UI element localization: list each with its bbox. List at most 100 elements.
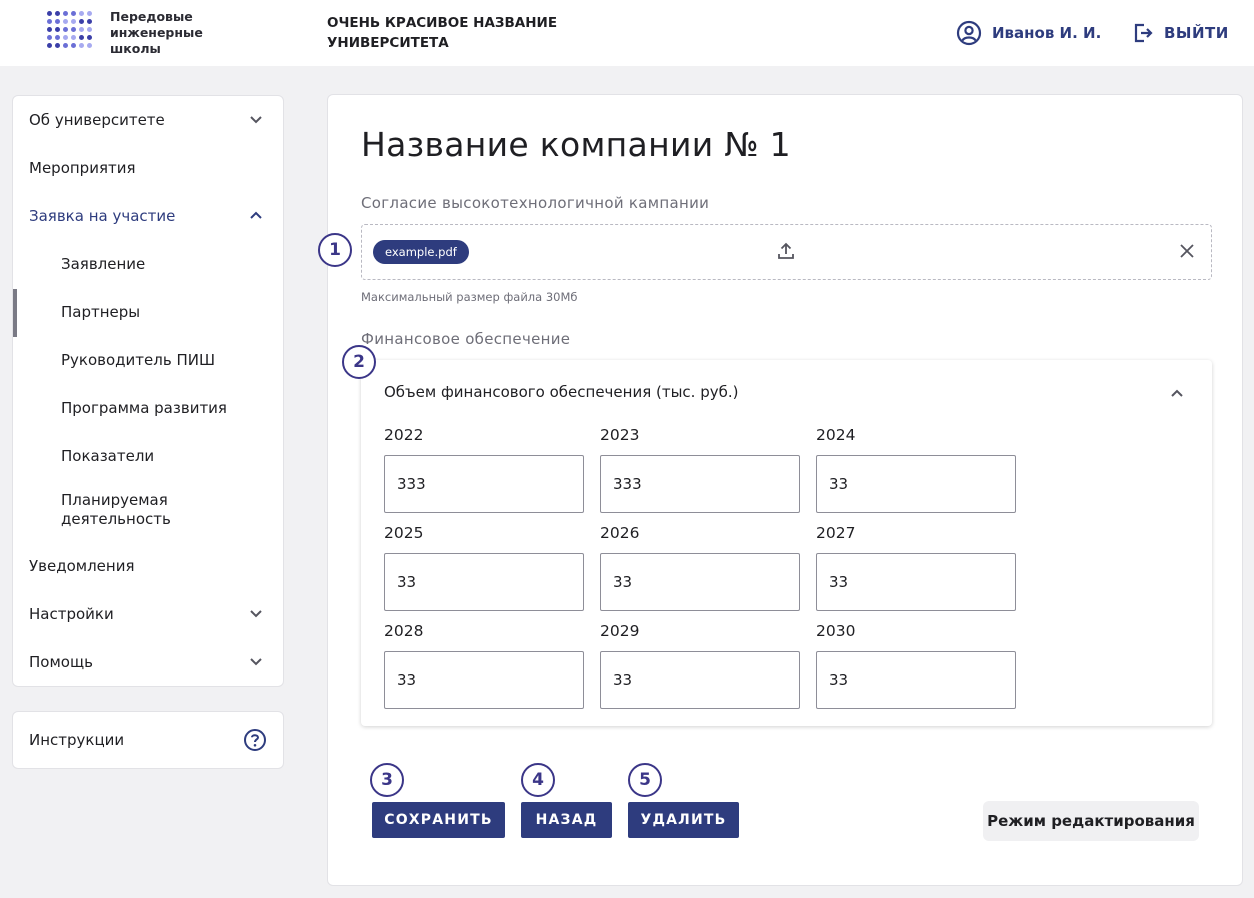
logo-dot <box>47 27 52 32</box>
year-2029-input[interactable] <box>600 651 800 709</box>
logout-label: ВЫЙТИ <box>1164 24 1229 42</box>
logo-dot <box>79 35 84 40</box>
sidebar: Об университете Мероприятия Заявка на уч… <box>12 95 284 687</box>
consent-label: Согласие высокотехнологичной кампании <box>361 194 710 212</box>
year-2027-input[interactable] <box>816 553 1016 611</box>
page-title: Название компании № 1 <box>361 125 791 164</box>
logo-dot <box>71 43 76 48</box>
logo-dot <box>63 35 68 40</box>
chevron-up-icon[interactable] <box>1170 386 1184 400</box>
year-label: 2025 <box>384 524 424 542</box>
sidebar-item-notifications[interactable]: Уведомления <box>13 542 283 590</box>
year-2030-input[interactable] <box>816 651 1016 709</box>
sidebar-item-application[interactable]: Заявка на участие <box>13 192 283 240</box>
year-2025-input[interactable] <box>384 553 584 611</box>
logo-dot <box>71 19 76 24</box>
sidebar-item-settings[interactable]: Настройки <box>13 590 283 638</box>
university-name: ОЧЕНЬ КРАСИВОЕ НАЗВАНИЕ УНИВЕРСИТЕТА <box>327 15 558 51</box>
year-label: 2029 <box>600 622 640 640</box>
annotation-badge-4: 4 <box>521 763 555 797</box>
main-panel: Название компании № 1 Согласие высокотех… <box>327 94 1243 886</box>
logo-dot <box>87 19 92 24</box>
logo-dot <box>55 43 60 48</box>
logo-icon[interactable] <box>47 11 92 55</box>
year-label: 2026 <box>600 524 640 542</box>
sidebar-item-label: Уведомления <box>29 557 135 575</box>
logo-dot <box>47 19 52 24</box>
back-button[interactable]: НАЗАД <box>521 802 612 838</box>
logo-dot <box>55 35 60 40</box>
logo-dot <box>47 11 52 16</box>
logout-button[interactable]: ВЫЙТИ <box>1132 20 1229 46</box>
sidebar-item-partners[interactable]: Партнеры <box>13 288 283 336</box>
logo-dot <box>71 11 76 16</box>
logo-dot <box>47 43 52 48</box>
file-chip[interactable]: example.pdf <box>373 240 469 264</box>
sidebar-item-planned[interactable]: Планируемая деятельность <box>13 486 233 534</box>
year-2023-input[interactable] <box>600 455 800 513</box>
logo-dot <box>87 11 92 16</box>
logo-dot <box>79 43 84 48</box>
help-icon[interactable] <box>243 728 267 752</box>
chevron-down-icon <box>250 658 262 666</box>
logo-text[interactable]: Передовые инженерные школы <box>110 9 230 57</box>
financial-card: Объем финансового обеспечения (тыс. руб.… <box>361 360 1212 726</box>
year-label: 2023 <box>600 426 640 444</box>
logo-dot <box>55 19 60 24</box>
logo-dot <box>79 11 84 16</box>
logo-dot <box>87 27 92 32</box>
file-upload-zone[interactable]: example.pdf <box>361 224 1212 280</box>
logo-dot <box>63 11 68 16</box>
logo-dot <box>55 27 60 32</box>
logout-icon <box>1134 23 1153 43</box>
instructions-label: Инструкции <box>29 731 125 749</box>
year-2022-input[interactable] <box>384 455 584 513</box>
sidebar-item-label: Заявка на участие <box>29 207 176 225</box>
year-label: 2022 <box>384 426 424 444</box>
instructions-link[interactable]: Инструкции <box>12 711 284 769</box>
sidebar-item-about[interactable]: Об университете <box>13 96 283 144</box>
chevron-down-icon <box>250 116 262 124</box>
delete-button[interactable]: УДАЛИТЬ <box>628 802 739 838</box>
save-button[interactable]: СОХРАНИТЬ <box>372 802 505 838</box>
sidebar-item-indicators[interactable]: Показатели <box>13 432 283 480</box>
logo-dot <box>55 11 60 16</box>
chevron-down-icon <box>250 610 262 618</box>
sidebar-item-events[interactable]: Мероприятия <box>13 144 283 192</box>
year-2028-input[interactable] <box>384 651 584 709</box>
sidebar-item-label: Об университете <box>29 111 165 129</box>
sidebar-item-head[interactable]: Руководитель ПИШ <box>13 336 283 384</box>
annotation-badge-3: 3 <box>370 763 404 797</box>
sidebar-item-label: Помощь <box>29 653 93 671</box>
logo-dot <box>47 35 52 40</box>
logo-dot <box>71 35 76 40</box>
annotation-badge-5: 5 <box>628 763 662 797</box>
sidebar-item-label: Заявление <box>61 255 146 273</box>
user-profile[interactable]: Иванов И. И. <box>956 20 1101 46</box>
upload-icon[interactable] <box>777 242 795 260</box>
year-label: 2030 <box>816 622 856 640</box>
year-label: 2024 <box>816 426 856 444</box>
chevron-up-icon <box>250 211 262 219</box>
financial-label: Финансовое обеспечение <box>361 330 571 348</box>
sidebar-item-help[interactable]: Помощь <box>13 638 283 686</box>
logo-dot <box>79 19 84 24</box>
year-2024-input[interactable] <box>816 455 1016 513</box>
logo-dot <box>63 43 68 48</box>
financial-card-title: Объем финансового обеспечения (тыс. руб.… <box>384 383 739 401</box>
user-avatar-icon <box>956 20 982 46</box>
logo-dot <box>71 27 76 32</box>
sidebar-item-program[interactable]: Программа развития <box>13 384 283 432</box>
annotation-badge-1: 1 <box>318 233 352 267</box>
sidebar-item-label: Настройки <box>29 605 114 623</box>
edit-mode-button[interactable]: Режим редактирования <box>983 801 1199 841</box>
sidebar-item-label: Программа развития <box>61 399 227 417</box>
sidebar-item-label: Показатели <box>61 447 155 465</box>
annotation-badge-2: 2 <box>342 345 376 379</box>
year-label: 2027 <box>816 524 856 542</box>
year-label: 2028 <box>384 622 424 640</box>
close-icon[interactable] <box>1179 243 1195 259</box>
sidebar-item-statement[interactable]: Заявление <box>13 240 283 288</box>
user-name: Иванов И. И. <box>992 24 1102 42</box>
year-2026-input[interactable] <box>600 553 800 611</box>
